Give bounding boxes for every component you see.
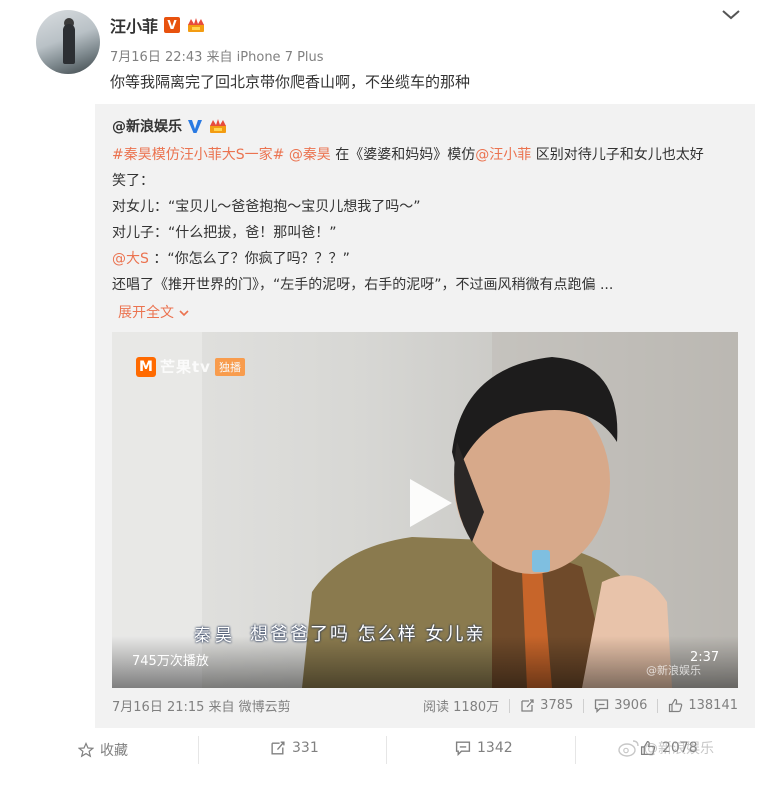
repost-line-5-text: ：“你怎么了？你疯了吗？？？”	[153, 251, 350, 267]
repost-line-3: 对女儿：“宝贝儿～爸爸抱抱～宝贝儿想我了吗～”	[112, 199, 421, 215]
verified-blue-icon	[188, 120, 202, 133]
video-player[interactable]: M 芒果tv 独播 秦昊 想爸爸了吗 怎么样 女儿亲 745万次播放 2:37 …	[112, 332, 738, 688]
crown-icon	[210, 119, 226, 133]
repost-line-1: #秦昊模仿汪小菲大S一家# @秦昊 在《婆婆和妈妈》模仿@汪小菲 区别对待儿子和…	[112, 144, 704, 164]
repost-line-4: 对儿子：“什么把拔，爸！那叫爸！”	[112, 225, 337, 241]
expand-full-text-link[interactable]: 展开全文	[118, 302, 190, 322]
star-icon	[78, 742, 94, 758]
mention-das-link[interactable]: @大S	[112, 251, 149, 267]
repost-line-2: 笑了：	[112, 173, 154, 189]
comment-icon	[595, 699, 609, 713]
comment-stat[interactable]: 3906	[594, 698, 647, 713]
play-icon[interactable]	[404, 475, 456, 531]
post-text: 你等我隔离完了回北京带你爬香山啊，不坐缆车的那种	[110, 73, 471, 91]
subtitle-speaker: 秦昊	[194, 625, 236, 646]
repost-button[interactable]: 331	[270, 740, 319, 756]
thumbs-up-icon	[669, 698, 683, 713]
comment-icon	[455, 741, 471, 756]
logo-tag: 独播	[214, 357, 245, 376]
weibo-logo-icon	[618, 740, 639, 757]
weibo-watermark: @新浪娱乐	[618, 738, 714, 758]
hashtag-link[interactable]: #秦昊模仿汪小菲大S一家#	[112, 147, 284, 163]
favorite-button[interactable]: 收藏	[78, 740, 128, 760]
repost-line-1-mid: 在《婆婆和妈妈》模仿	[335, 147, 476, 163]
mention-wang-link[interactable]: @汪小菲	[475, 147, 531, 163]
author-name[interactable]: 汪小菲	[110, 13, 158, 37]
favorite-label: 收藏	[100, 743, 128, 759]
repost-stats: 阅读 1180万 3785 3906 138141	[423, 696, 738, 715]
logo-text: 芒果tv	[160, 358, 211, 376]
repost-source: 7月16日 21:15 来自 微博云剪	[112, 700, 291, 715]
video-play-count: 745万次播放	[132, 654, 209, 669]
video-subtitle: 秦昊 想爸爸了吗 怎么样 女儿亲	[194, 620, 485, 646]
repost-footer: 7月16日 21:15 来自 微博云剪 阅读 1180万 3785 3906 1…	[112, 696, 738, 716]
repost-icon	[271, 741, 285, 755]
divider	[583, 698, 585, 713]
subtitle-text: 想爸爸了吗 怎么样 女儿亲	[250, 624, 486, 645]
divider	[386, 736, 387, 764]
repost-icon	[521, 699, 534, 712]
repost-line-5: @大S ：“你怎么了？你疯了吗？？？”	[112, 248, 350, 268]
avatar-figure-body	[63, 24, 75, 64]
watermark-text: @新浪娱乐	[644, 741, 714, 757]
repost-count: 3785	[540, 698, 574, 713]
weibo-post: 汪小菲 V 7月16日 22:43 来自 iPhone 7 Plus 你等我隔离…	[0, 0, 770, 788]
crown-icon	[188, 18, 205, 32]
video-watermark: @新浪娱乐	[646, 664, 701, 677]
divider	[657, 698, 659, 713]
divider	[198, 736, 199, 764]
read-count: 阅读 1180万	[422, 700, 500, 715]
repost-author-row: @新浪娱乐	[112, 116, 228, 136]
comment-button[interactable]: 1342	[455, 740, 513, 756]
divider	[575, 736, 576, 764]
like-count: 138141	[688, 698, 738, 713]
post-meta: 7月16日 22:43 来自 iPhone 7 Plus	[110, 50, 324, 65]
author-row: 汪小菲 V	[110, 12, 206, 38]
chevron-down-icon	[179, 310, 190, 317]
repost-author-name[interactable]: @新浪娱乐	[112, 116, 182, 136]
repost-line-6: 还唱了《推开世界的门》，“左手的泥呀，右手的泥呀”，不过画风稍微有点跑偏 ...	[112, 277, 614, 293]
mention-qinhao-link[interactable]: @秦昊	[289, 147, 331, 163]
like-stat[interactable]: 138141	[668, 698, 738, 713]
comment-count: 3906	[614, 698, 648, 713]
repost-line-1-tail: 区别对待儿子和女儿也太好	[535, 147, 704, 163]
mango-logo-icon: M	[136, 356, 156, 377]
expand-label: 展开全文	[118, 305, 174, 321]
repost-stat[interactable]: 3785	[520, 698, 573, 713]
author-avatar[interactable]	[36, 10, 100, 74]
verified-v-icon: V	[164, 17, 181, 33]
comment-action-count: 1342	[477, 740, 513, 756]
chevron-down-icon[interactable]	[720, 6, 742, 24]
repost-action-count: 331	[292, 740, 319, 756]
divider	[509, 698, 511, 713]
mango-tv-logo: M 芒果tv 独播	[136, 356, 245, 377]
repost-card[interactable]: @新浪娱乐 #秦昊模仿汪小菲大S一家# @秦昊 在《婆婆和妈妈》模仿@汪小菲 区…	[95, 104, 755, 728]
